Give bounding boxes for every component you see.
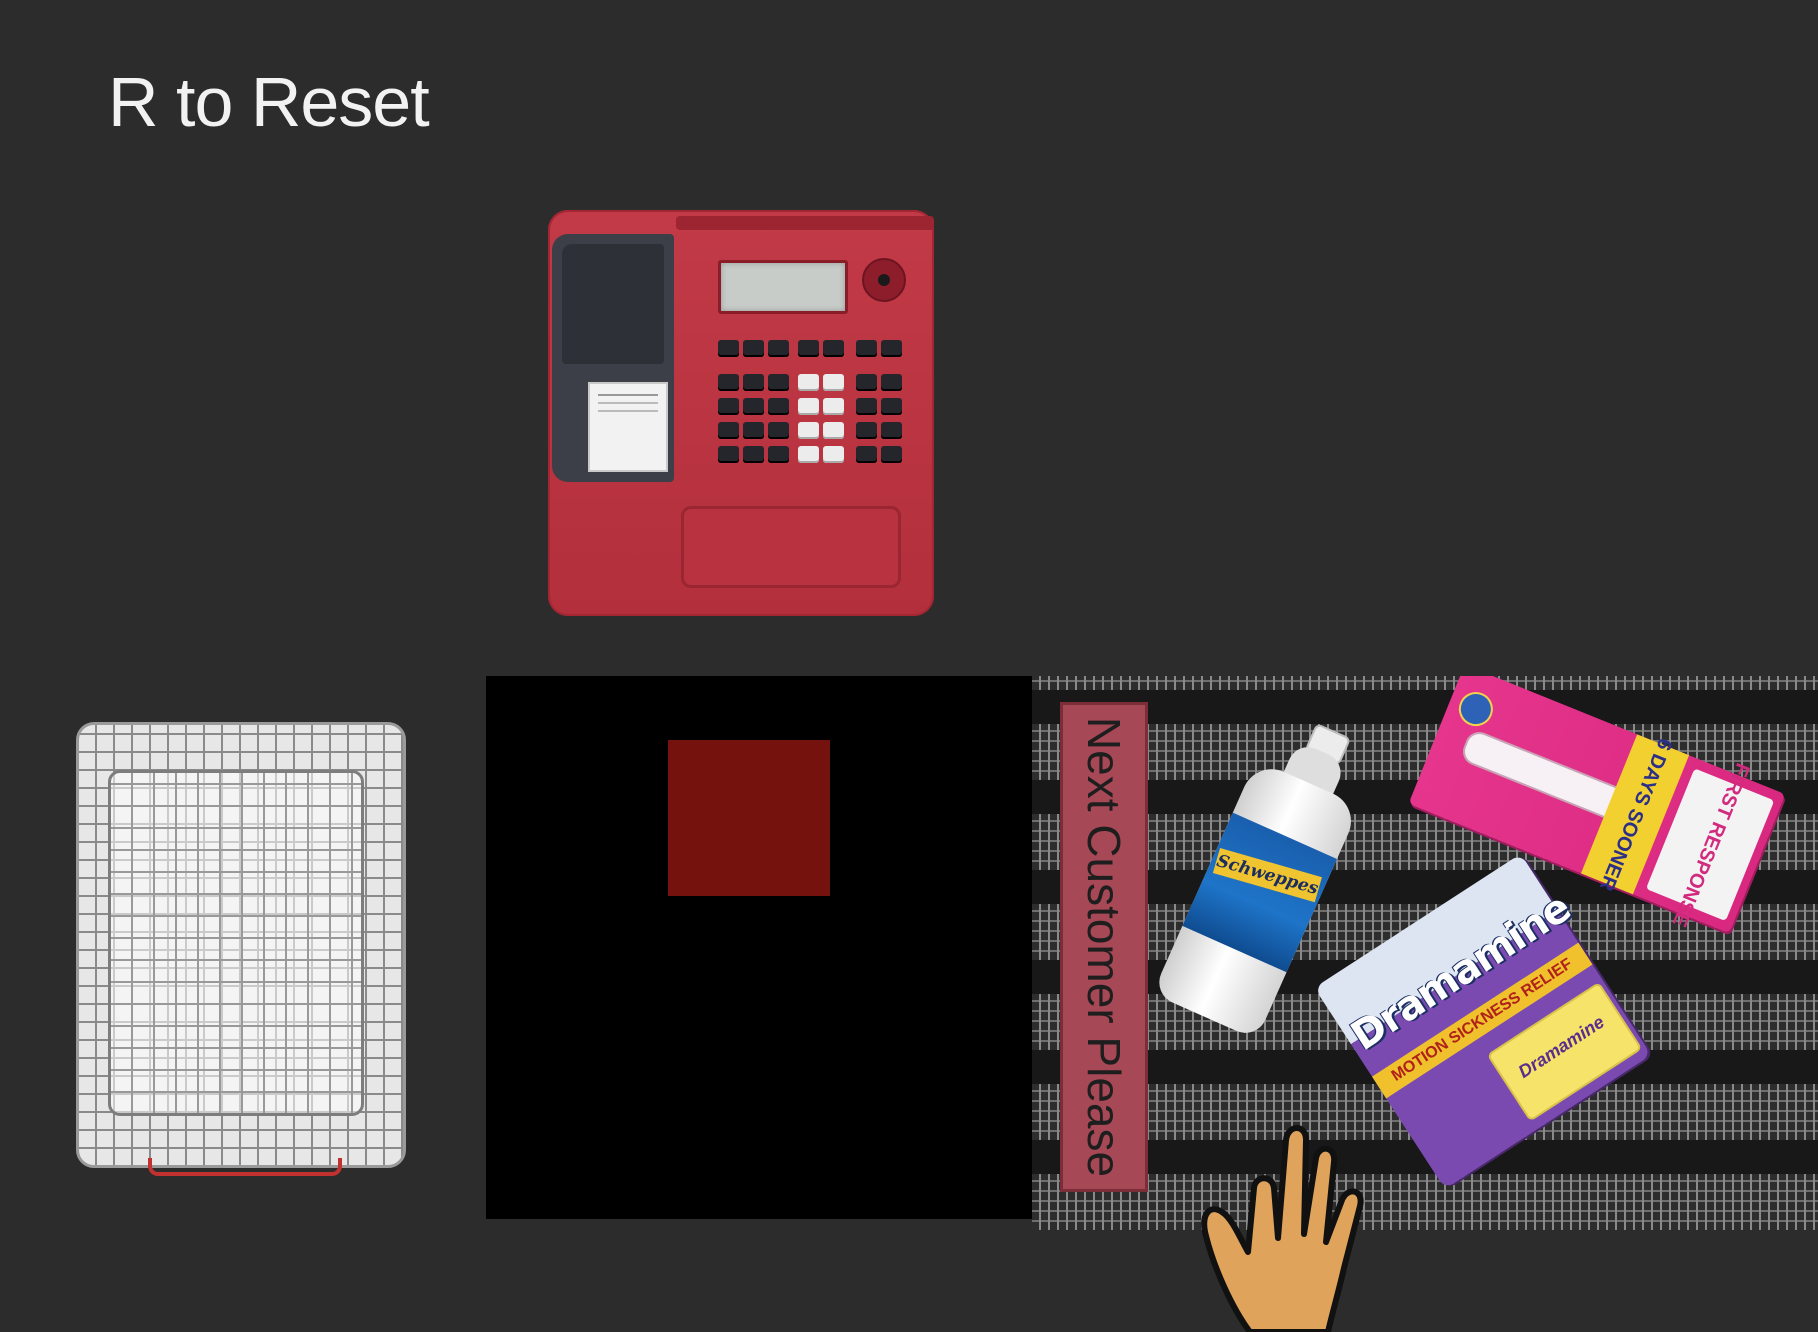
- product-badge-icon: [1453, 686, 1498, 732]
- register-key[interactable]: [743, 374, 764, 391]
- hand-cursor-icon[interactable]: [1192, 1118, 1394, 1332]
- cash-register[interactable]: [548, 210, 934, 616]
- register-key[interactable]: [798, 446, 819, 463]
- register-key[interactable]: [881, 340, 902, 357]
- register-key[interactable]: [798, 374, 819, 391]
- register-key[interactable]: [718, 340, 739, 357]
- next-customer-sign-label: Next Customer Please: [1078, 716, 1130, 1178]
- register-key[interactable]: [768, 374, 789, 391]
- conveyor-belt[interactable]: Next Customer Please Schweppes 6 DAYS SO…: [1032, 676, 1818, 1230]
- scanner-pad[interactable]: [668, 740, 830, 896]
- register-key[interactable]: [823, 340, 844, 357]
- register-key[interactable]: [881, 446, 902, 463]
- register-key[interactable]: [768, 398, 789, 415]
- reset-hint: R to Reset: [108, 63, 430, 141]
- basket-inner-wall: [108, 770, 364, 1116]
- register-key[interactable]: [798, 398, 819, 415]
- register-key[interactable]: [823, 398, 844, 415]
- register-key[interactable]: [856, 374, 877, 391]
- bottle-brand: Schweppes: [1212, 847, 1322, 903]
- register-key[interactable]: [881, 398, 902, 415]
- register-key[interactable]: [881, 374, 902, 391]
- dramamine-blister-text: Dramamine: [1514, 1011, 1608, 1082]
- register-key[interactable]: [718, 446, 739, 463]
- register-key[interactable]: [743, 446, 764, 463]
- register-key[interactable]: [718, 398, 739, 415]
- register-key[interactable]: [743, 340, 764, 357]
- scan-area[interactable]: [486, 676, 1032, 1219]
- bottle-label: Schweppes: [1182, 812, 1337, 973]
- register-key[interactable]: [823, 422, 844, 439]
- register-key[interactable]: [768, 422, 789, 439]
- register-key[interactable]: [743, 422, 764, 439]
- register-key[interactable]: [881, 422, 902, 439]
- belt-band: [1032, 690, 1818, 724]
- register-key[interactable]: [856, 340, 877, 357]
- register-key[interactable]: [798, 422, 819, 439]
- register-key[interactable]: [823, 374, 844, 391]
- first-response-brand: FIRST RESPONSE: [1667, 759, 1754, 930]
- register-key[interactable]: [743, 398, 764, 415]
- register-key[interactable]: [718, 422, 739, 439]
- register-key[interactable]: [856, 446, 877, 463]
- next-customer-sign[interactable]: Next Customer Please: [1060, 702, 1148, 1192]
- register-key[interactable]: [768, 446, 789, 463]
- basket-handle[interactable]: [148, 1158, 342, 1176]
- register-key[interactable]: [768, 340, 789, 357]
- register-key[interactable]: [856, 422, 877, 439]
- register-key[interactable]: [718, 374, 739, 391]
- register-key[interactable]: [798, 340, 819, 357]
- shopping-basket[interactable]: [70, 722, 410, 1176]
- register-key[interactable]: [856, 398, 877, 415]
- register-key[interactable]: [823, 446, 844, 463]
- cash-drawer[interactable]: [681, 506, 901, 588]
